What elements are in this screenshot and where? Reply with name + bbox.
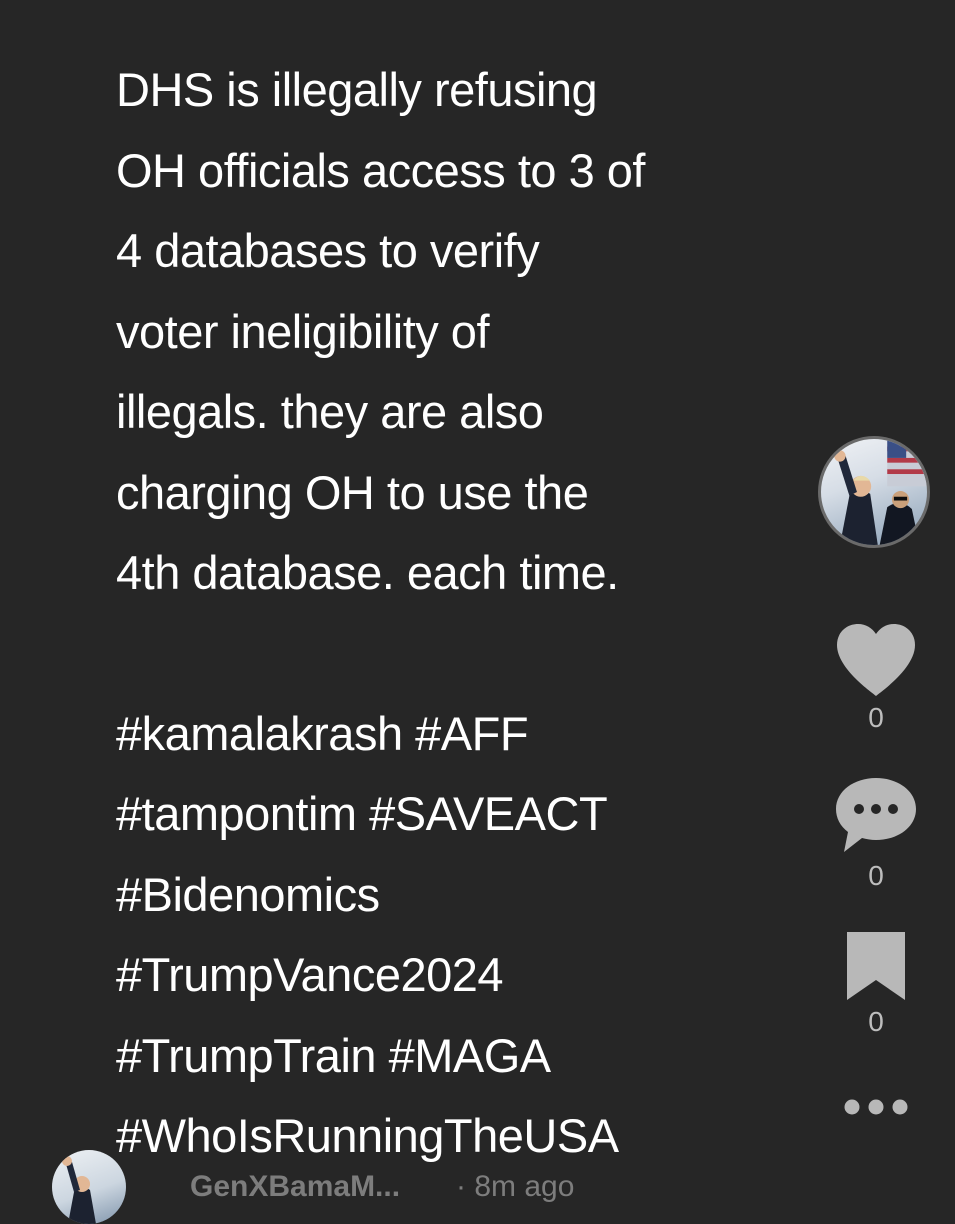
hashtag-line[interactable]: #TrumpVance2024 (116, 935, 806, 1016)
post-line: OH officials access to 3 of (116, 143, 645, 197)
post-spacer (116, 614, 806, 694)
hashtag-line[interactable]: #tampontim #SAVEACT (116, 774, 806, 855)
comment-button[interactable]: 0 (815, 774, 937, 892)
post-line: 4th database. each time. (116, 546, 619, 599)
post-line: charging OH to use the (116, 465, 589, 519)
like-count: 0 (868, 702, 884, 733)
post-text: DHS is illegally refusing OH officials a… (116, 50, 806, 1177)
save-count: 0 (868, 1006, 884, 1037)
post-line: voter ineligibility of (116, 304, 490, 358)
post-time: · 8m ago (456, 1170, 575, 1203)
profile-avatar[interactable] (818, 436, 930, 548)
comment-count: 0 (868, 860, 884, 891)
post-footer: GenXBamaM... · 8m ago (40, 1132, 680, 1224)
save-button[interactable]: 0 (815, 930, 937, 1038)
hashtag-line[interactable]: #kamalakrash #AFF (116, 694, 806, 775)
more-dots-icon (844, 1099, 908, 1115)
avatar-photo-icon (62, 1156, 96, 1224)
author-name[interactable]: GenXBamaM... (190, 1170, 400, 1204)
post-line: DHS is illegally refusing (116, 63, 598, 116)
heart-icon (837, 624, 915, 696)
bookmark-icon (847, 932, 905, 1000)
like-button[interactable]: 0 (815, 622, 937, 734)
comment-bubble-icon (836, 778, 916, 852)
author-avatar[interactable] (52, 1150, 126, 1224)
post-line: 4 databases to verify (116, 224, 540, 277)
avatar-photo-icon (834, 439, 927, 545)
post-line: illegals. they are also (116, 385, 544, 438)
hashtag-line[interactable]: #TrumpTrain #MAGA (116, 1016, 806, 1097)
hashtag-line[interactable]: #Bidenomics (116, 855, 806, 936)
more-options-button[interactable] (843, 1098, 909, 1121)
